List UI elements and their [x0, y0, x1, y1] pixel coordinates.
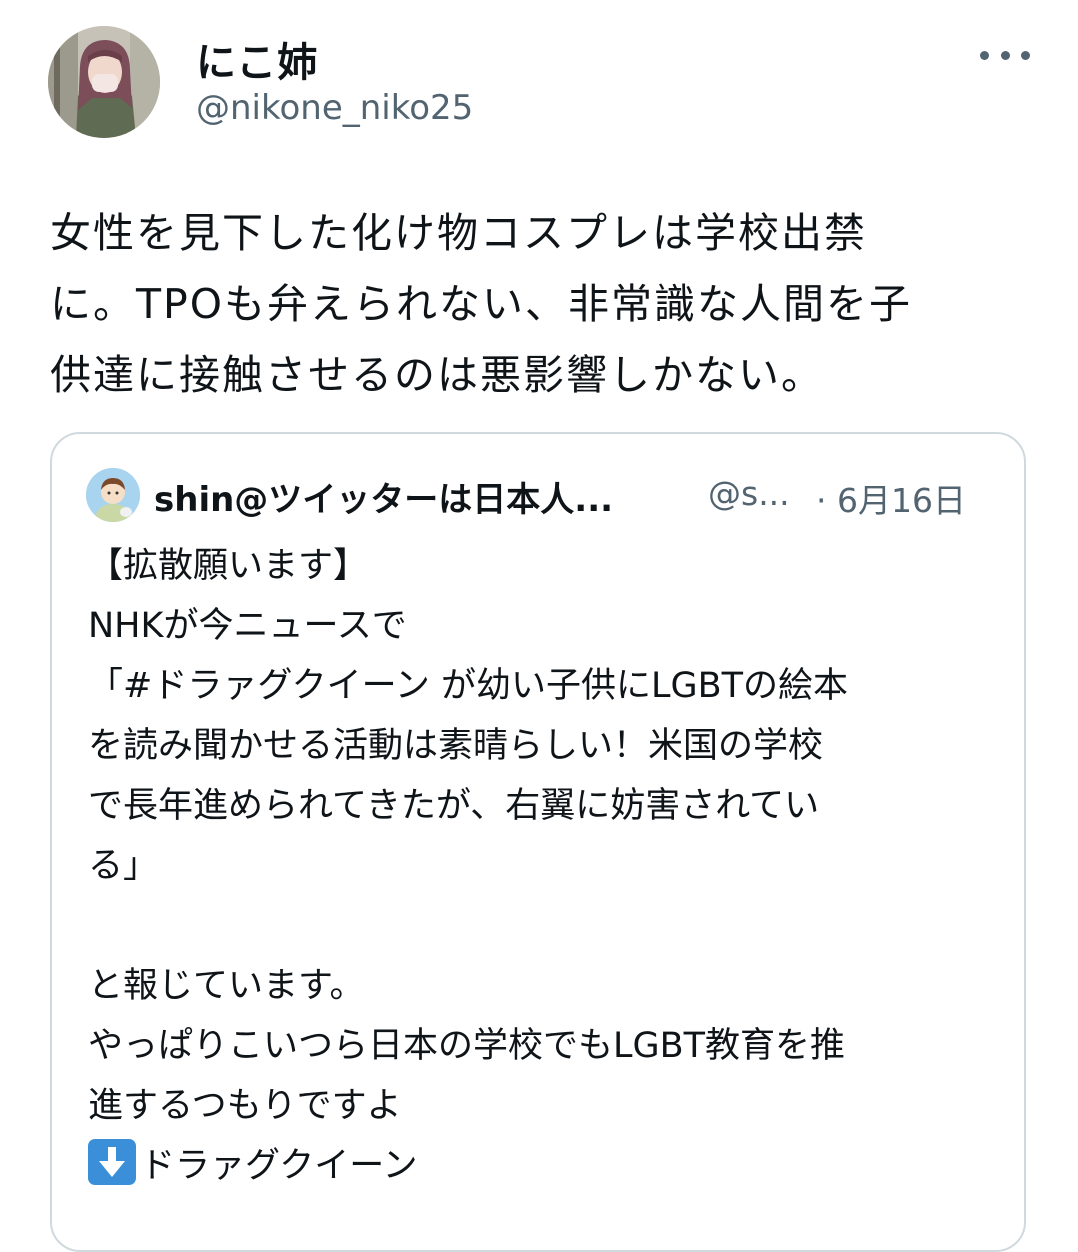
quote-line: 【拡散願います】 — [88, 546, 369, 586]
quote-line: を読み聞かせる活動は素晴らしい！米国の学校 — [88, 726, 824, 766]
quote-line: 進するつもりですよ — [88, 1086, 402, 1126]
author-avatar[interactable] — [48, 26, 160, 138]
author-display-name[interactable]: にこ姉 — [196, 30, 318, 88]
quote-line: る」 — [88, 846, 159, 886]
tweet-line: に。TPOも弁えられない、非常識な人間を子 — [50, 280, 913, 328]
more-options-dot — [1021, 50, 1030, 60]
tweet-text: 女性を見下した化け物コスプレは学校出禁 に。TPOも弁えられない、非常識な人間を… — [50, 198, 912, 411]
quoted-author-handle[interactable]: @s... — [708, 474, 790, 513]
quote-last-line: ドラァグクイーン — [88, 1136, 848, 1196]
quoted-author-name[interactable]: shin@ツイッターは日本人... — [154, 472, 613, 521]
quoted-tweet-date[interactable]: · 6月16日 — [816, 474, 966, 522]
quoted-author-avatar[interactable] — [86, 468, 140, 522]
profile-photo-icon — [48, 26, 160, 138]
quoted-tweet-text: 【拡散願います】 NHKが今ニュースで 「#ドラァグクイーン が幼い子供にLGB… — [88, 536, 848, 1196]
more-options-dot — [1000, 50, 1010, 60]
cartoon-avatar-icon — [86, 468, 140, 522]
down-arrow-emoji-icon — [88, 1139, 136, 1185]
quote-line — [88, 896, 848, 956]
more-options-button[interactable] — [980, 40, 1030, 70]
quote-last-line-text: ドラァグクイーン — [140, 1146, 418, 1186]
quoted-tweet-card[interactable]: shin@ツイッターは日本人... @s... · 6月16日 【拡散願います】… — [50, 432, 1026, 1252]
more-options-icon — [980, 50, 989, 60]
quote-line: 「#ドラァグクイーン が幼い子供にLGBTの絵本 — [88, 666, 849, 706]
author-handle[interactable]: @nikone_niko25 — [196, 88, 473, 128]
quote-line: NHKが今ニュースで — [88, 606, 407, 646]
tweet-line: 供達に接触させるのは悪影響しかない。 — [50, 351, 824, 399]
quote-line: やっぱりこいつら日本の学校でもLGBT教育を推 — [88, 1026, 846, 1066]
quote-line: と報じています。 — [88, 966, 365, 1006]
tweet-line: 女性を見下した化け物コスプレは学校出禁 — [50, 209, 867, 257]
quote-line: で長年進められてきたが、右翼に妨害されてい — [88, 786, 820, 826]
